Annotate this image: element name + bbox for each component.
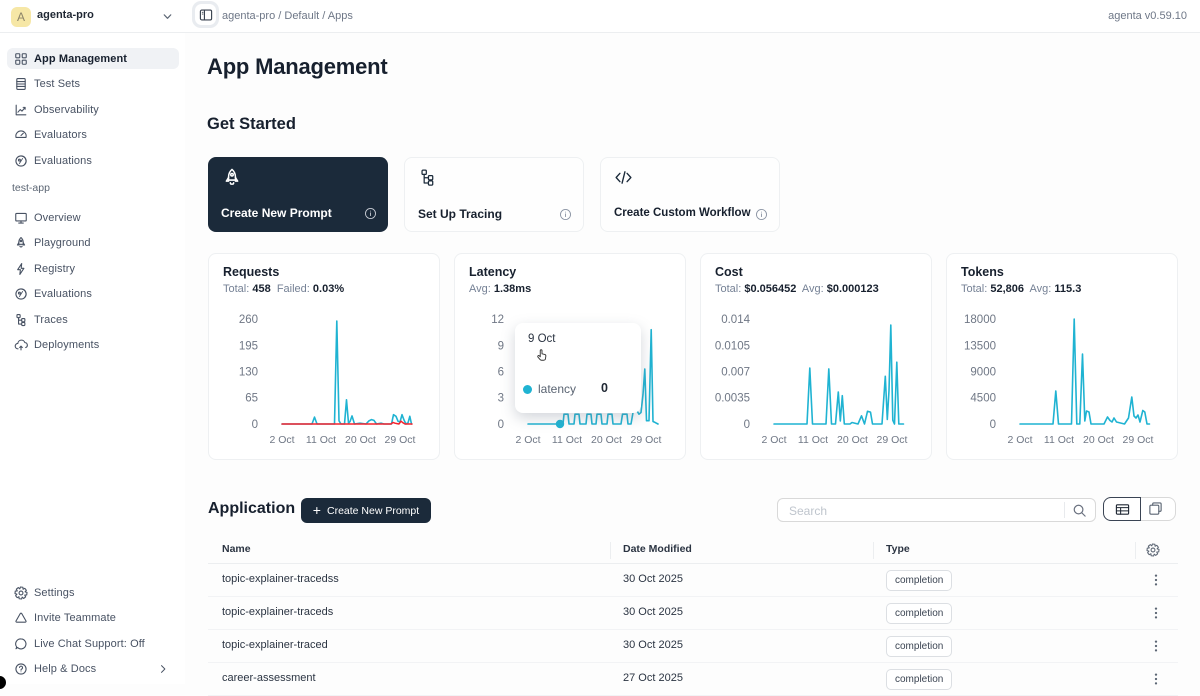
svg-text:12: 12 — [491, 314, 504, 326]
svg-text:29 Oct: 29 Oct — [877, 434, 908, 446]
svg-text:20 Oct: 20 Oct — [345, 434, 376, 446]
svg-text:9000: 9000 — [970, 367, 996, 379]
svg-text:11 Oct: 11 Oct — [798, 434, 828, 446]
svg-text:20 Oct: 20 Oct — [837, 434, 868, 446]
svg-text:11 Oct: 11 Oct — [306, 434, 336, 446]
svg-text:18000: 18000 — [964, 314, 996, 326]
svg-text:9: 9 — [498, 341, 504, 353]
svg-text:29 Oct: 29 Oct — [385, 434, 416, 446]
svg-text:195: 195 — [239, 341, 258, 353]
svg-text:2 Oct: 2 Oct — [269, 434, 294, 446]
svg-text:2 Oct: 2 Oct — [515, 434, 540, 446]
svg-text:260: 260 — [239, 314, 258, 326]
svg-text:11 Oct: 11 Oct — [552, 434, 582, 446]
svg-text:13500: 13500 — [964, 341, 996, 353]
svg-text:65: 65 — [245, 393, 258, 405]
svg-text:0.014: 0.014 — [721, 314, 750, 326]
svg-text:2 Oct: 2 Oct — [1007, 434, 1032, 446]
svg-text:0.007: 0.007 — [721, 367, 750, 379]
svg-text:0: 0 — [744, 419, 750, 431]
svg-text:4500: 4500 — [970, 393, 996, 405]
svg-text:20 Oct: 20 Oct — [591, 434, 622, 446]
svg-text:130: 130 — [239, 367, 258, 379]
svg-text:29 Oct: 29 Oct — [1123, 434, 1154, 446]
svg-text:29 Oct: 29 Oct — [631, 434, 662, 446]
svg-text:0.0105: 0.0105 — [715, 341, 750, 353]
svg-text:11 Oct: 11 Oct — [1044, 434, 1074, 446]
svg-text:6: 6 — [498, 367, 504, 379]
svg-text:0: 0 — [252, 419, 258, 431]
svg-text:20 Oct: 20 Oct — [1083, 434, 1114, 446]
svg-text:2 Oct: 2 Oct — [761, 434, 786, 446]
svg-text:3: 3 — [498, 393, 504, 405]
svg-text:0: 0 — [498, 419, 504, 431]
svg-text:0: 0 — [990, 419, 996, 431]
svg-text:0.0035: 0.0035 — [715, 393, 750, 405]
